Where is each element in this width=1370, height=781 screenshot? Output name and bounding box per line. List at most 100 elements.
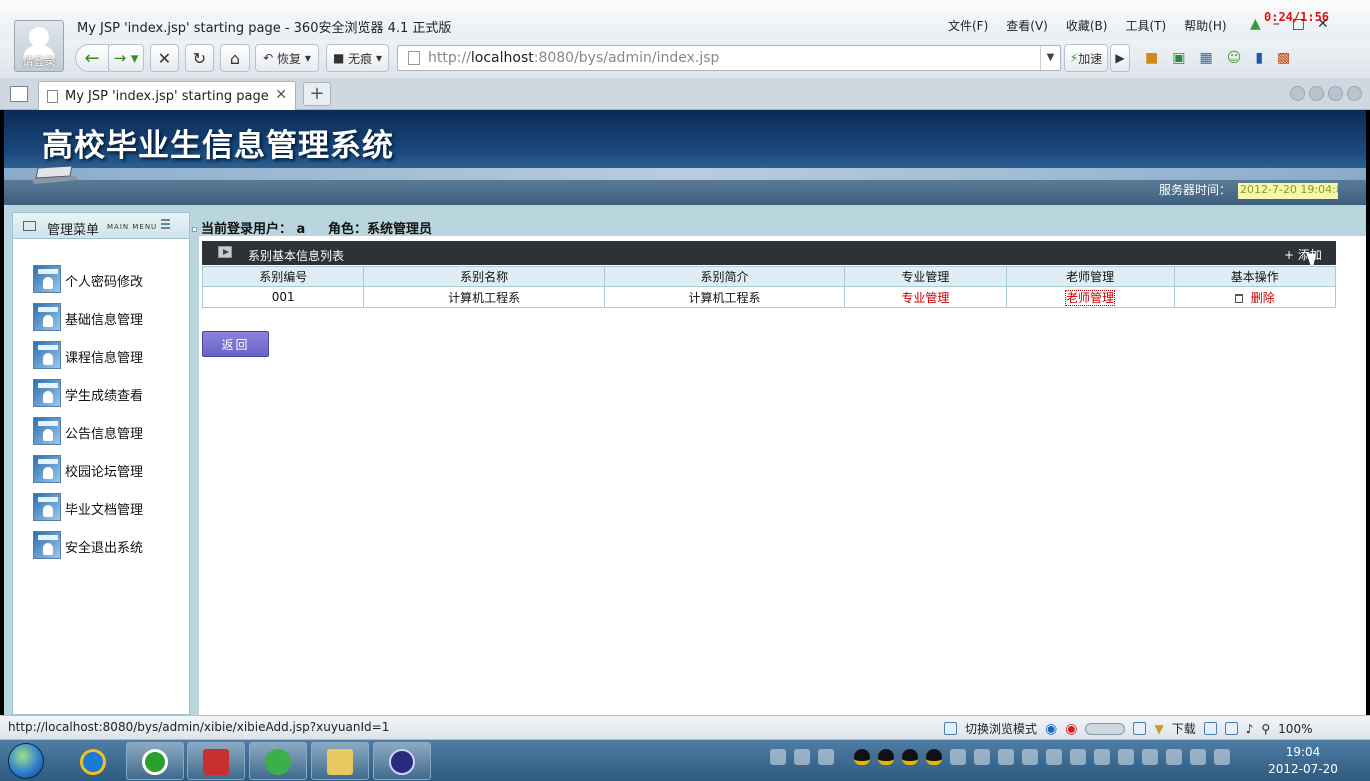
calendar-icon[interactable] xyxy=(1133,722,1147,735)
download-label[interactable]: 下载 xyxy=(1172,720,1196,737)
qq-icon[interactable] xyxy=(902,749,918,765)
tray-icon[interactable] xyxy=(1118,749,1134,765)
volume-icon[interactable] xyxy=(1214,749,1230,765)
taskbar-ie[interactable] xyxy=(64,742,122,780)
menu-favorites[interactable]: 收藏(B) xyxy=(1066,17,1108,34)
close-window-icon[interactable]: ✕ xyxy=(1317,16,1329,32)
taskbar-toolbox[interactable] xyxy=(187,742,245,780)
menu-item-course-info[interactable]: 课程信息管理 xyxy=(33,341,183,371)
tab-list-icon[interactable] xyxy=(1328,86,1343,101)
menu-file[interactable]: 文件(F) xyxy=(948,17,988,34)
skin-icon[interactable]: ▲ xyxy=(1250,16,1261,32)
menu-item-forum[interactable]: 校园论坛管理 xyxy=(33,455,183,485)
toggle-icon[interactable] xyxy=(1085,722,1126,735)
tab-prev-icon[interactable] xyxy=(1290,86,1305,101)
browse-mode-icon xyxy=(944,722,957,735)
restore-button[interactable]: ↶ 恢复 ▾ xyxy=(255,44,319,72)
menu-view[interactable]: 查看(V) xyxy=(1006,17,1048,34)
login-avatar[interactable]: 请登录 xyxy=(14,20,64,72)
taskbar-clock[interactable]: 19:04 2012-07-20 xyxy=(1268,744,1338,778)
column-header: 系别名称 xyxy=(363,266,605,287)
translate-icon[interactable]: ▣ xyxy=(1172,50,1185,66)
taskbar-eclipse[interactable] xyxy=(373,742,431,780)
menu-item-logout[interactable]: 安全退出系统 xyxy=(33,531,183,561)
window-status-icon[interactable] xyxy=(1224,722,1238,735)
shield-icon[interactable] xyxy=(1022,749,1038,765)
tab-close-icon[interactable]: ✕ xyxy=(275,87,287,103)
tab-close-all-icon[interactable] xyxy=(1347,86,1362,101)
back-button[interactable]: 返回 xyxy=(202,331,269,357)
column-header: 老师管理 xyxy=(1005,266,1175,287)
accelerate-label: 加速 xyxy=(1078,51,1103,66)
switch-mode-label[interactable]: 切换浏览模式 xyxy=(965,720,1037,737)
tray-icon[interactable] xyxy=(818,749,834,765)
stop-button[interactable]: ✕ xyxy=(150,44,179,72)
system-title: 高校毕业生信息管理系统 xyxy=(42,128,394,164)
tab-next-icon[interactable] xyxy=(1309,86,1324,101)
user-admin-icon xyxy=(33,265,61,293)
maximize-icon[interactable]: □ xyxy=(1292,16,1305,32)
security-icon[interactable]: ◉ xyxy=(1065,721,1077,737)
delete-cell[interactable]: 删除 xyxy=(1173,286,1337,308)
flag-icon[interactable] xyxy=(1142,749,1158,765)
network-icon[interactable] xyxy=(1166,749,1182,765)
address-bar[interactable]: http://localhost:8080/bys/admin/index.js… xyxy=(397,45,1061,71)
menu-header: 管理菜单 MAIN MENU xyxy=(13,213,189,239)
cube-icon[interactable]: ■ xyxy=(1145,50,1158,66)
notrace-button[interactable]: ■ 无痕 ▾ xyxy=(326,44,389,72)
menu-item-documents[interactable]: 毕业文档管理 xyxy=(33,493,183,523)
menu-help[interactable]: 帮助(H) xyxy=(1184,17,1226,34)
minimize-icon[interactable]: – xyxy=(1273,16,1280,32)
menu-tools[interactable]: 工具(T) xyxy=(1125,17,1166,34)
taskbar-explorer[interactable] xyxy=(311,742,369,780)
screenshot-icon[interactable]: ▦ xyxy=(1199,50,1212,66)
video-icon[interactable]: ▮ xyxy=(1255,50,1263,66)
zoom-level[interactable]: 100% xyxy=(1278,722,1312,736)
shield-icon[interactable] xyxy=(998,749,1014,765)
accelerate-button[interactable]: ⚡ 加速 xyxy=(1064,44,1108,72)
status-url: http://localhost:8080/bys/admin/xibie/xi… xyxy=(8,720,390,734)
qq-icon[interactable] xyxy=(878,749,894,765)
menu-item-password[interactable]: 个人密码修改 xyxy=(33,265,183,295)
start-button[interactable] xyxy=(8,743,44,779)
address-dropdown-icon[interactable]: ▼ xyxy=(1040,46,1060,70)
forward-nav-button[interactable]: → ▾ xyxy=(108,44,144,72)
taskbar-360-browser[interactable] xyxy=(126,742,184,780)
volume-icon[interactable]: ♪ xyxy=(1246,722,1254,736)
zoom-icon[interactable]: ⚲ xyxy=(1261,722,1270,736)
tray-icon[interactable] xyxy=(794,749,810,765)
qq-icon[interactable] xyxy=(854,749,870,765)
ie-icon[interactable]: ◉ xyxy=(1045,721,1057,737)
menu-item-basic-info[interactable]: 基础信息管理 xyxy=(33,303,183,333)
home-button[interactable]: ⌂ xyxy=(220,44,250,72)
menu-collapse-icon[interactable] xyxy=(161,219,170,229)
menu-item-notices[interactable]: 公告信息管理 xyxy=(33,417,183,447)
keyboard-icon[interactable] xyxy=(770,749,786,765)
qq-icon[interactable] xyxy=(926,749,942,765)
delete-link[interactable]: 删除 xyxy=(1251,291,1275,305)
menu-item-grades[interactable]: 学生成绩查看 xyxy=(33,379,183,409)
teacher-manage-link[interactable]: 老师管理 xyxy=(1005,286,1175,308)
back-nav-button[interactable]: ← xyxy=(75,44,109,72)
smile-icon[interactable]: ☺ xyxy=(1227,50,1242,66)
bullet-icon xyxy=(192,227,197,232)
user-admin-icon xyxy=(33,531,61,559)
apps-icon[interactable]: ▩ xyxy=(1277,50,1290,66)
tray-icon[interactable] xyxy=(974,749,990,765)
download-icon[interactable]: ▼ xyxy=(1154,722,1163,736)
tray-icon[interactable] xyxy=(1046,749,1062,765)
tab-current[interactable]: My JSP 'index.jsp' starting page ✕ xyxy=(38,81,296,110)
trash-status-icon[interactable] xyxy=(1203,722,1217,735)
sidebar-toggle-icon[interactable] xyxy=(10,86,28,102)
tray-icon[interactable] xyxy=(1070,749,1086,765)
new-tab-button[interactable]: + xyxy=(303,82,331,106)
go-button[interactable]: ▶ xyxy=(1110,44,1130,72)
major-manage-link[interactable]: 专业管理 xyxy=(844,286,1007,308)
tray-icon[interactable] xyxy=(950,749,966,765)
tray-icon[interactable] xyxy=(1190,749,1206,765)
taskbar-app-green[interactable] xyxy=(249,742,307,780)
page-icon xyxy=(408,51,420,65)
refresh-button[interactable]: ↻ xyxy=(185,44,214,72)
tray-icon[interactable] xyxy=(1094,749,1110,765)
left-menu-panel: 管理菜单 MAIN MENU 个人密码修改 基础信息管理 课程信息管理 学生成绩… xyxy=(12,212,190,715)
